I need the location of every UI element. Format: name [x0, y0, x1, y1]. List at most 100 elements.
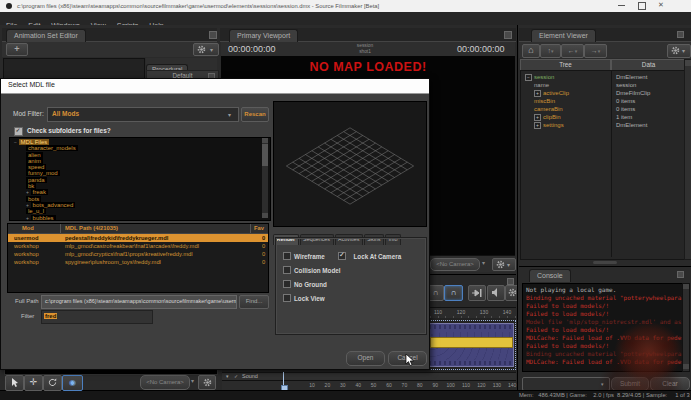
cursor-icon	[11, 378, 19, 388]
open-button[interactable]: Open	[346, 351, 385, 366]
tab-console[interactable]: Console	[529, 269, 571, 282]
tab-animation-set-editor[interactable]: Animation Set Editor	[6, 29, 86, 42]
tree-scrollbar[interactable]	[262, 138, 268, 218]
element-row[interactable]: miscBin0 items	[521, 97, 685, 105]
menu-bar: FileEditWindowsViewScriptsHelp	[0, 12, 691, 26]
timecode-right: 00:00:00:00	[457, 44, 505, 54]
ruler-label: 140	[500, 309, 514, 315]
element-row[interactable]: +settingsDmElement	[521, 121, 685, 129]
ev-up-button[interactable]: ↑▾	[540, 44, 561, 58]
collapse-arrow-icon[interactable]: ▾	[226, 373, 229, 379]
col-fav[interactable]: Fav	[254, 225, 264, 231]
find-button[interactable]: Find...	[239, 295, 269, 309]
loop-icon: ∩	[433, 288, 439, 297]
render-tab-body: WireframeCollision ModelNo GroundLock Vi…	[275, 237, 427, 335]
ruler-label: 90	[428, 382, 442, 388]
ev-forward-button[interactable]: →▾	[584, 44, 607, 58]
ev-back-button[interactable]: ←▾	[561, 44, 584, 58]
chevron-down-icon: ▾	[551, 48, 554, 54]
viewport-gear-button[interactable]: ▾	[492, 258, 516, 271]
maximize-button[interactable]	[638, 2, 646, 10]
status-text: Mem: 486.43MB | Game: 2.0 | fps 8.29/4.0…	[519, 392, 690, 398]
ev-home-button[interactable]: ⌂	[522, 44, 540, 58]
ev-corner-button[interactable]	[677, 31, 684, 38]
console-line: Failed to load models/!	[526, 302, 683, 310]
chevron-down-icon: ▾	[575, 48, 578, 54]
home-icon: ⌂	[528, 45, 533, 55]
left-gear-button[interactable]: ▾	[193, 43, 219, 56]
gear-icon	[508, 288, 517, 297]
ruler-label: 120	[474, 382, 488, 388]
viewport-corner-button[interactable]	[504, 31, 512, 39]
element-row[interactable]: +activeClipDmeFilmClip	[521, 89, 685, 97]
ruler-label: 130	[477, 309, 491, 315]
viewport-camera-dropdown[interactable]: <No Camera>	[430, 258, 480, 271]
col-path[interactable]: MDL Path (4/21035)	[65, 225, 118, 231]
element-row[interactable]: cameraBin0 items	[521, 105, 685, 113]
tab-element-viewer[interactable]: Element Viewer	[531, 29, 596, 42]
record-icon: ◉	[69, 378, 76, 387]
record-loop-button[interactable]: ∩	[444, 285, 463, 301]
ev-gear-button[interactable]: ▾	[667, 44, 691, 58]
camera-dropdown-label: <No Camera>	[436, 261, 474, 267]
camera-dropdown-arrow[interactable]: ▾	[482, 259, 485, 266]
rotate-icon	[48, 378, 57, 387]
sound-check-icon[interactable]: ✓	[234, 373, 238, 379]
lock-at-camera-checkbox[interactable]: ✓ Lock At Camera	[338, 245, 401, 263]
console-corner-button[interactable]	[677, 271, 684, 278]
skip-to-end-button[interactable]	[468, 285, 486, 301]
move-icon: ✛	[30, 377, 38, 387]
subfolders-checkbox[interactable]: ✓	[14, 127, 23, 136]
checkbox-checked-icon: ✓	[338, 252, 346, 260]
full-path-input[interactable]: c:\program files (x86)\steam\steamapps\c…	[41, 295, 237, 309]
ruler-label: 110	[431, 309, 445, 315]
chevron-down-icon[interactable]: ▾	[191, 377, 194, 384]
model-preview[interactable]	[273, 101, 427, 227]
rescan-button[interactable]: Rescan	[241, 107, 269, 122]
minimize-button[interactable]	[618, 5, 625, 6]
col-mod[interactable]: Mod	[22, 225, 34, 231]
mdl-result-row[interactable]: workshopmlp_gmod\cryptics\fnaf1\props\kr…	[8, 250, 268, 258]
checkbox-lock-view[interactable]: Lock View	[283, 287, 325, 305]
wireframe-grid	[274, 102, 426, 226]
filter-input[interactable]: fred	[41, 310, 153, 324]
move-tool-button[interactable]: ✛	[24, 375, 43, 391]
ruler-label: 130	[490, 382, 504, 388]
ev-tree-view[interactable]: −sessionDmElementnamesession+activeClipD…	[520, 70, 686, 260]
mdl-folder-tree[interactable]: − MDL Filescharacter_modelsalienanimspee…	[9, 137, 271, 221]
film-clip[interactable]	[428, 323, 514, 367]
speaker-icon	[492, 288, 501, 297]
tab-primary-viewport[interactable]: Primary Viewport	[229, 29, 298, 42]
panel-corner-button[interactable]	[209, 31, 217, 39]
dialog-titlebar[interactable]: Select MDL file	[1, 79, 429, 94]
element-row[interactable]: namesession	[521, 81, 685, 89]
no-map-loaded-text: NO MAP LOADED!	[221, 60, 515, 74]
sound-clip[interactable]	[430, 337, 513, 348]
mdl-results-table[interactable]: Mod MDL Path (4/21035) Fav usermodpedest…	[7, 223, 269, 293]
mouse-cursor	[405, 354, 415, 367]
bottom-gear-button[interactable]	[198, 375, 216, 390]
gear-icon	[203, 378, 212, 387]
ruler-label: 110	[459, 382, 473, 388]
ev-scrollbar[interactable]	[684, 59, 691, 260]
ruler-label: 70	[397, 382, 411, 388]
mdl-result-row[interactable]: workshopspygineer\plushroom_toys\freddy.…	[8, 258, 268, 266]
element-row[interactable]: +clipBin1 item	[521, 113, 685, 121]
rotate-tool-button[interactable]	[43, 375, 62, 391]
panel-splitter[interactable]	[593, 261, 617, 264]
arrow-left-icon: ←	[568, 47, 575, 54]
element-row[interactable]: −sessionDmElement	[521, 73, 685, 81]
bottom-camera-dropdown[interactable]: <No Camera>	[140, 375, 190, 390]
add-animation-set-button[interactable]: +	[6, 43, 28, 56]
app-icon	[6, 3, 12, 9]
select-tool-button[interactable]	[5, 375, 24, 391]
full-path-label: Full Path	[15, 298, 39, 304]
audio-button[interactable]	[487, 285, 505, 301]
mod-filter-dropdown[interactable]: All Mods ▾	[47, 107, 239, 122]
window-title: c:\program files (x86)\steam\steamapps\c…	[17, 3, 379, 9]
close-button[interactable]: ✕	[658, 1, 664, 9]
mdl-result-row[interactable]: usermodpedestal\freddykid\freddykrueger.…	[8, 234, 268, 242]
record-button[interactable]: ◉	[62, 375, 83, 391]
mdl-result-row[interactable]: workshopmlp_gmod\castrofreakbear\fnaf1\a…	[8, 242, 268, 250]
folder-item[interactable]: + bubbles	[12, 215, 270, 221]
